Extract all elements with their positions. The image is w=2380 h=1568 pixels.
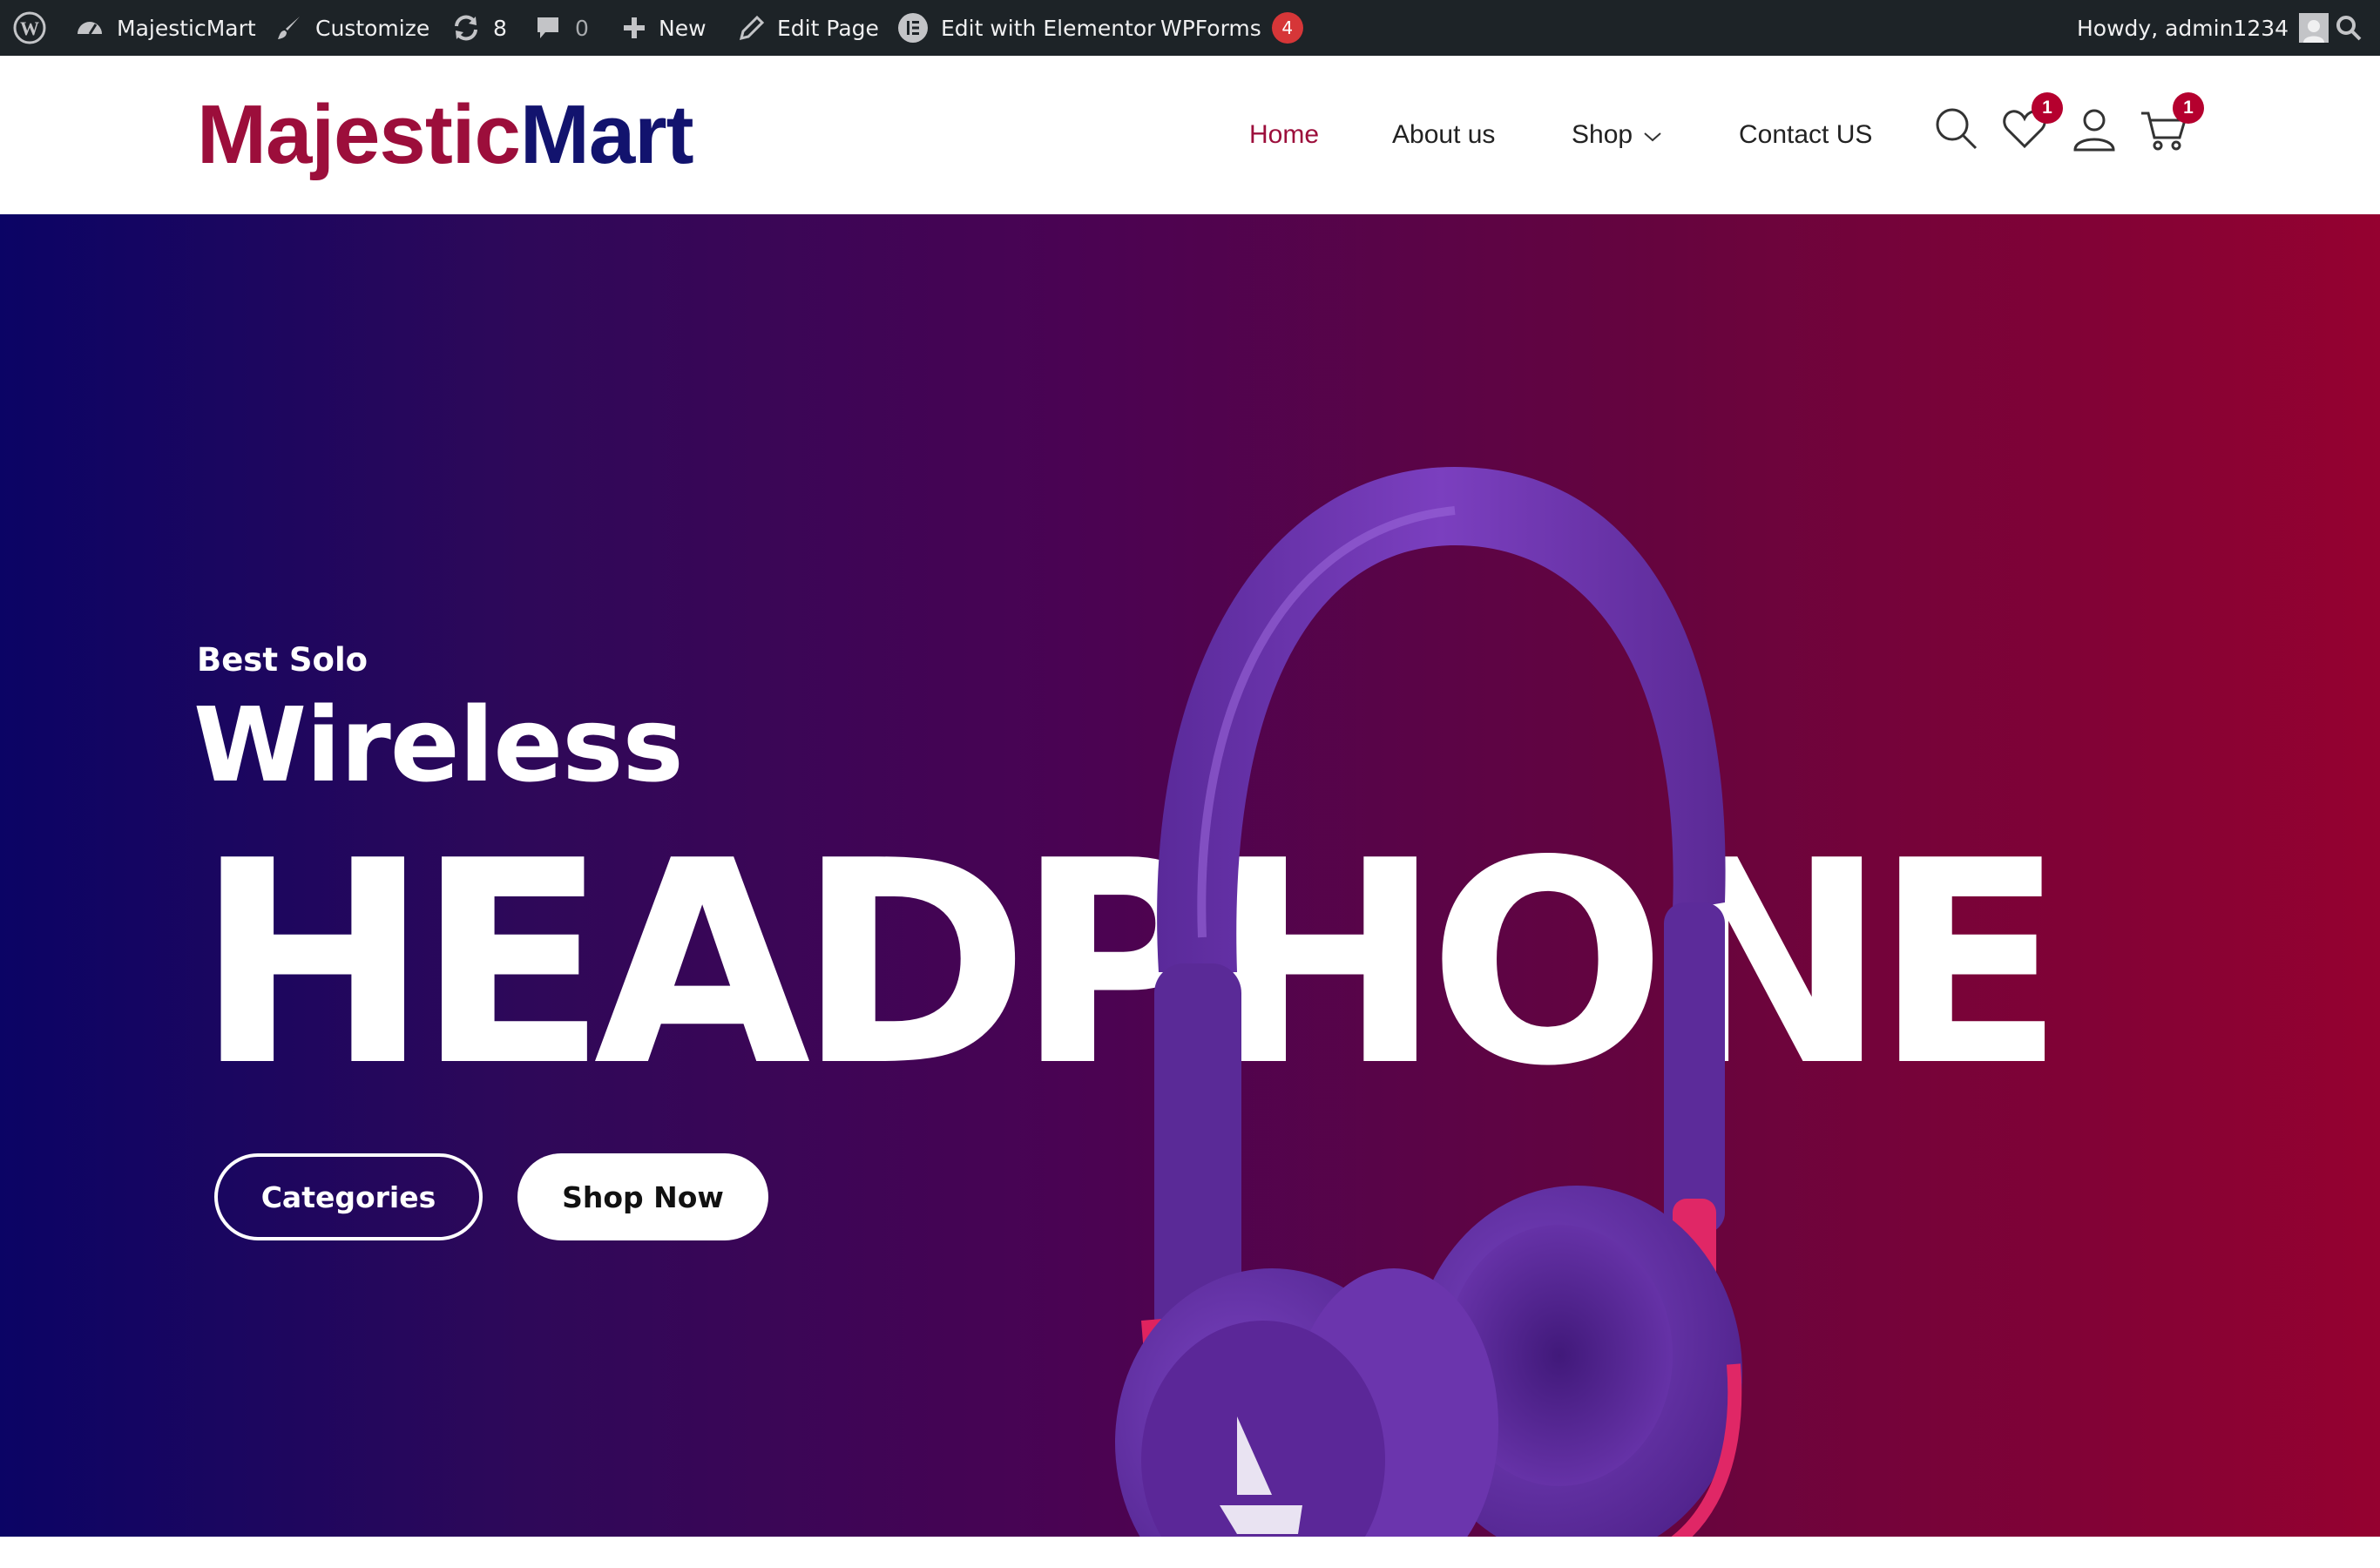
admin-bar-new[interactable]: New — [622, 0, 707, 56]
nav-home[interactable]: Home — [1249, 56, 1319, 214]
customize-label: Customize — [315, 15, 430, 41]
chevron-down-icon — [1643, 120, 1662, 150]
nav-shop-label: Shop — [1572, 120, 1633, 149]
comment-icon — [535, 15, 561, 41]
wpforms-label: WPForms — [1160, 15, 1261, 41]
elementor-label: Edit with Elementor — [941, 15, 1156, 41]
avatar — [2299, 13, 2329, 43]
cart-count-badge: 1 — [2173, 92, 2204, 124]
wordpress-logo-icon[interactable]: W — [12, 0, 47, 56]
edit-page-label: Edit Page — [777, 15, 879, 41]
admin-bar-comments[interactable]: 0 — [535, 0, 589, 56]
cart-icon[interactable]: 1 — [2140, 92, 2204, 153]
wishlist-heart-icon[interactable]: 1 — [2000, 92, 2063, 153]
brush-icon — [275, 14, 303, 42]
admin-bar-edit-page[interactable]: Edit Page — [739, 0, 879, 56]
site-logo[interactable]: Majestic Mart — [197, 87, 694, 183]
admin-bar-account[interactable]: Howdy, admin1234 — [2077, 0, 2329, 56]
new-label: New — [659, 15, 707, 41]
comments-count: 0 — [575, 15, 589, 41]
logo-mart: Mart — [519, 88, 694, 181]
search-icon[interactable] — [1932, 105, 1981, 153]
logo-majestic: Majestic — [197, 88, 521, 181]
categories-button[interactable]: Categories — [214, 1153, 483, 1240]
site-header: Majestic Mart Home About us Shop Contact … — [0, 56, 2380, 214]
wpforms-badge: 4 — [1271, 12, 1303, 44]
admin-bar-search-icon[interactable] — [2335, 0, 2363, 56]
elementor-icon — [897, 12, 929, 44]
site-name: MajesticMart — [117, 15, 256, 41]
admin-bar-updates[interactable]: 8 — [451, 0, 507, 56]
nav-about[interactable]: About us — [1392, 56, 1495, 214]
nav-shop[interactable]: Shop — [1572, 56, 1662, 214]
wp-admin-bar: W MajesticMart Customize 8 0 New Edit Pa… — [0, 0, 2380, 56]
hero-title: Wireless — [193, 685, 684, 805]
hero-subtitle: Best Solo — [197, 641, 368, 679]
admin-bar-wpforms[interactable]: WPForms 4 — [1160, 0, 1303, 56]
updates-icon — [451, 13, 481, 43]
page-bottom-strip — [0, 1537, 2380, 1568]
admin-bar-customize[interactable]: Customize — [275, 0, 429, 56]
dashboard-icon — [75, 13, 105, 43]
updates-count: 8 — [493, 15, 507, 41]
account-user-icon[interactable] — [2070, 105, 2119, 153]
pencil-icon — [739, 15, 765, 41]
howdy-label: Howdy, admin1234 — [2077, 15, 2289, 41]
hero-banner: Best Solo Wireless HEADPHONE Categories … — [0, 214, 2380, 1537]
admin-bar-elementor[interactable]: Edit with Elementor — [897, 0, 1155, 56]
nav-contact[interactable]: Contact US — [1739, 56, 1872, 214]
admin-bar-site[interactable]: MajesticMart — [75, 0, 256, 56]
svg-text:W: W — [20, 17, 39, 39]
plus-icon — [622, 16, 646, 40]
shop-now-button[interactable]: Shop Now — [517, 1153, 768, 1240]
wishlist-count-badge: 1 — [2032, 92, 2063, 124]
headphones-image — [1115, 467, 1742, 1537]
